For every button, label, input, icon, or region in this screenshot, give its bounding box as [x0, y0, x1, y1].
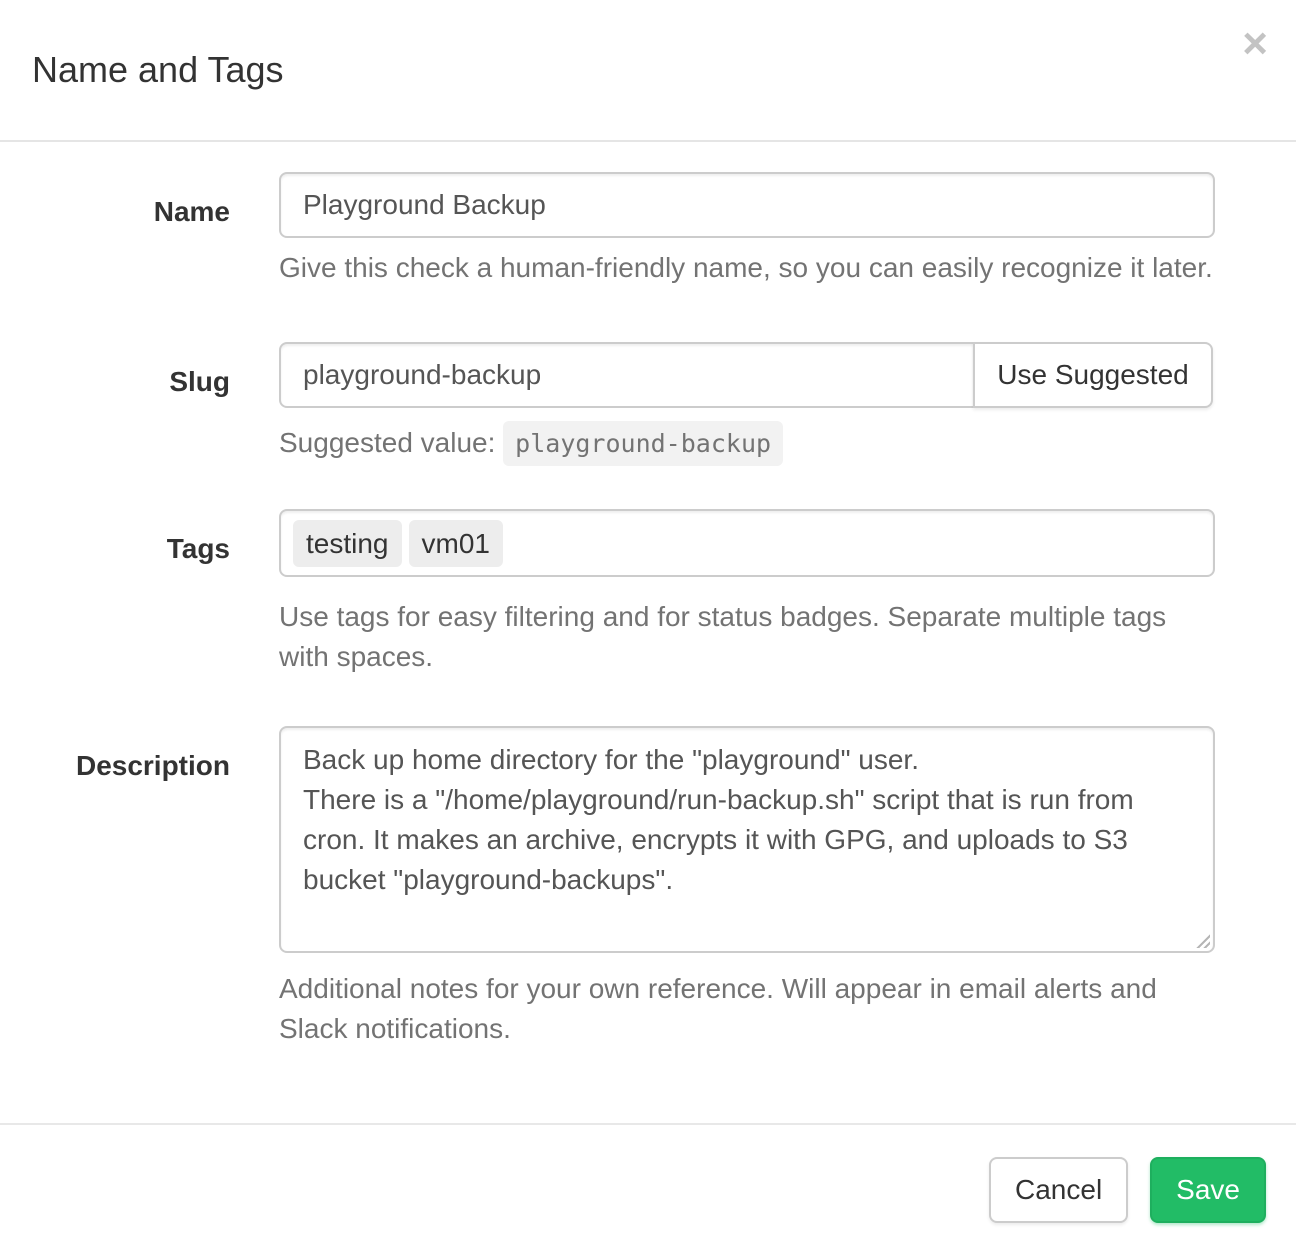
description-field-row: Description Back up home directory for t…	[0, 726, 1296, 1049]
tags-field-row: Tags testing vm01 Use tags for easy filt…	[0, 509, 1296, 677]
name-label: Name	[0, 172, 230, 232]
dialog-body: Name Give this check a human-friendly na…	[0, 142, 1296, 1123]
name-input[interactable]	[279, 172, 1215, 238]
tags-label: Tags	[0, 509, 230, 569]
tags-help-text: Use tags for easy filtering and for stat…	[279, 597, 1215, 677]
dialog-title: Name and Tags	[32, 49, 284, 91]
tag-chip[interactable]: vm01	[409, 520, 503, 567]
tag-chip[interactable]: testing	[293, 520, 402, 567]
slug-control: Use Suggested Suggested value: playgroun…	[279, 342, 1215, 467]
name-and-tags-dialog: Name and Tags × Name Give this check a h…	[0, 0, 1296, 1255]
dialog-header: Name and Tags ×	[0, 0, 1296, 142]
suggested-value-line: Suggested value: playground-backup	[279, 420, 1215, 467]
use-suggested-button[interactable]: Use Suggested	[973, 342, 1213, 408]
name-control: Give this check a human-friendly name, s…	[279, 172, 1215, 288]
dialog-footer: Cancel Save	[0, 1123, 1296, 1255]
description-label: Description	[0, 726, 230, 786]
slug-input-group: Use Suggested	[279, 342, 1215, 408]
description-textarea-wrap: Back up home directory for the "playgrou…	[279, 726, 1215, 953]
suggested-value-label: Suggested value:	[279, 427, 495, 458]
description-control: Back up home directory for the "playgrou…	[279, 726, 1215, 1049]
cancel-button[interactable]: Cancel	[989, 1157, 1128, 1223]
slug-field-row: Slug Use Suggested Suggested value: play…	[0, 342, 1296, 467]
description-textarea[interactable]: Back up home directory for the "playgrou…	[279, 726, 1215, 953]
tags-input[interactable]: testing vm01	[279, 509, 1215, 577]
description-help-text: Additional notes for your own reference.…	[279, 969, 1215, 1049]
save-button[interactable]: Save	[1150, 1157, 1266, 1223]
name-help-text: Give this check a human-friendly name, s…	[279, 248, 1215, 288]
close-icon[interactable]: ×	[1242, 22, 1268, 66]
name-field-row: Name Give this check a human-friendly na…	[0, 172, 1296, 288]
tags-control: testing vm01 Use tags for easy filtering…	[279, 509, 1215, 677]
slug-label: Slug	[0, 342, 230, 402]
slug-input[interactable]	[279, 342, 975, 408]
suggested-value-code: playground-backup	[503, 421, 783, 466]
